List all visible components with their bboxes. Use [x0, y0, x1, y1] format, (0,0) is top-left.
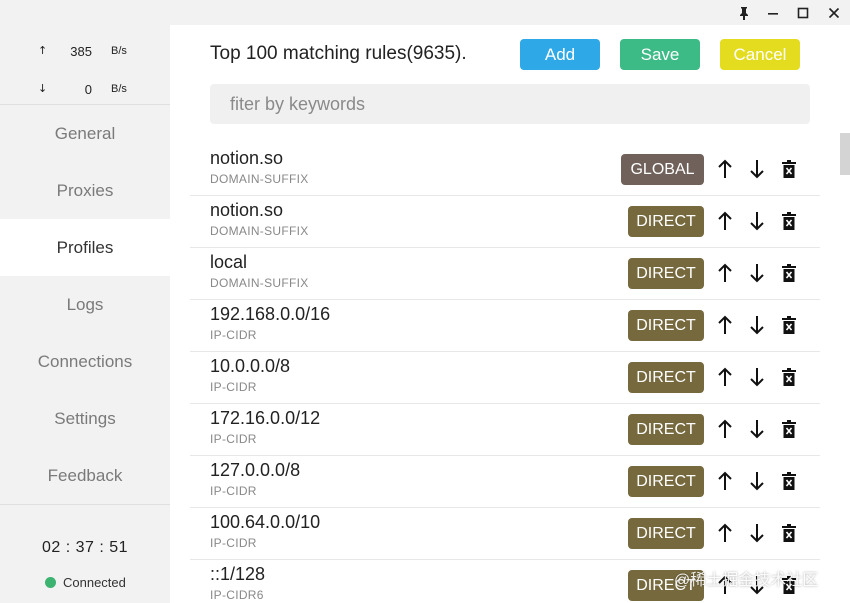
download-speed-value: 0	[84, 82, 92, 97]
rule-type: IP-CIDR	[210, 328, 257, 342]
rule-payload: 100.64.0.0/10	[210, 512, 321, 532]
arrow-down-icon[interactable]	[746, 157, 768, 181]
sidebar-item-logs[interactable]: Logs	[0, 276, 170, 333]
uptime-timer: 02 : 37 : 51	[41, 539, 129, 556]
arrow-down-icon[interactable]	[746, 365, 768, 389]
arrow-up-icon[interactable]	[714, 469, 736, 493]
title-bar	[0, 0, 850, 25]
rule-row: 192.168.0.0/16 IP-CIDR DIRECT	[190, 300, 820, 352]
save-button[interactable]: Save	[620, 39, 700, 70]
arrow-up-icon[interactable]	[714, 365, 736, 389]
rule-row: local DOMAIN-SUFFIX DIRECT	[190, 248, 820, 300]
download-arrow-icon: ↓	[38, 82, 48, 95]
rule-type: IP-CIDR6	[210, 588, 264, 602]
minimize-icon[interactable]	[762, 2, 784, 24]
maximize-icon[interactable]	[792, 2, 814, 24]
arrow-down-icon[interactable]	[746, 313, 768, 337]
rule-policy-button[interactable]: DIRECT	[628, 206, 704, 237]
rule-payload: 10.0.0.0/8	[210, 356, 291, 376]
arrow-down-icon[interactable]	[746, 417, 768, 441]
watermark: @稀土掘金技术社区	[674, 572, 819, 589]
rule-payload: notion.so	[210, 200, 284, 220]
rule-payload: local	[210, 252, 248, 272]
rule-row: 127.0.0.0/8 IP-CIDR DIRECT	[190, 456, 820, 508]
delete-icon[interactable]	[778, 157, 800, 181]
upload-arrow-icon: ↑	[38, 44, 48, 57]
arrow-up-icon[interactable]	[714, 417, 736, 441]
upload-speed-unit: B/s	[111, 45, 127, 57]
close-icon[interactable]	[823, 2, 845, 24]
sidebar-item-settings[interactable]: Settings	[0, 390, 170, 447]
arrow-down-icon[interactable]	[746, 261, 768, 285]
filter-input[interactable]	[210, 84, 810, 124]
rule-policy-button[interactable]: DIRECT	[628, 310, 704, 341]
download-speed-unit: B/s	[111, 83, 127, 95]
delete-icon[interactable]	[778, 417, 800, 441]
connection-status: Connected	[45, 575, 126, 590]
connection-status-label: Connected	[63, 575, 126, 590]
rule-type: DOMAIN-SUFFIX	[210, 276, 309, 290]
status-dot-icon	[45, 577, 56, 588]
rule-row: 172.16.0.0/12 IP-CIDR DIRECT	[190, 404, 820, 456]
arrow-up-icon[interactable]	[714, 521, 736, 545]
delete-icon[interactable]	[778, 469, 800, 493]
arrow-down-icon[interactable]	[746, 209, 768, 233]
delete-icon[interactable]	[778, 313, 800, 337]
rule-row: 10.0.0.0/8 IP-CIDR DIRECT	[190, 352, 820, 404]
arrow-up-icon[interactable]	[714, 313, 736, 337]
rule-type: DOMAIN-SUFFIX	[210, 172, 309, 186]
rule-type: DOMAIN-SUFFIX	[210, 224, 309, 238]
page-title: Top 100 matching rules(9635).	[210, 43, 467, 64]
rule-payload: notion.so	[210, 148, 284, 168]
rule-payload: 192.168.0.0/16	[210, 304, 331, 324]
sidebar-item-proxies[interactable]: Proxies	[0, 162, 170, 219]
sidebar-item-general[interactable]: General	[0, 105, 170, 162]
rule-type: IP-CIDR	[210, 484, 257, 498]
sidebar-divider	[0, 504, 170, 505]
rule-policy-button[interactable]: DIRECT	[628, 466, 704, 497]
upload-speed-value: 385	[70, 44, 92, 59]
rule-row: notion.so DOMAIN-SUFFIX GLOBAL	[190, 144, 820, 196]
delete-icon[interactable]	[778, 261, 800, 285]
rule-type: IP-CIDR	[210, 432, 257, 446]
rule-type: IP-CIDR	[210, 536, 257, 550]
rule-policy-button[interactable]: DIRECT	[628, 362, 704, 393]
arrow-up-icon[interactable]	[714, 157, 736, 181]
sidebar: ↑ 385 B/s ↓ 0 B/s General Proxies Profil…	[0, 25, 170, 603]
upload-speed: ↑ 385 B/s	[0, 32, 170, 70]
rule-payload: 127.0.0.0/8	[210, 460, 301, 480]
rule-payload: 172.16.0.0/12	[210, 408, 321, 428]
arrow-down-icon[interactable]	[746, 521, 768, 545]
rule-row: notion.so DOMAIN-SUFFIX DIRECT	[190, 196, 820, 248]
sidebar-item-feedback[interactable]: Feedback	[0, 447, 170, 504]
arrow-up-icon[interactable]	[714, 261, 736, 285]
rule-policy-button[interactable]: GLOBAL	[621, 154, 704, 185]
arrow-up-icon[interactable]	[714, 209, 736, 233]
cancel-button[interactable]: Cancel	[720, 39, 800, 70]
sidebar-item-profiles[interactable]: Profiles	[0, 219, 170, 276]
pin-icon[interactable]	[733, 2, 755, 24]
delete-icon[interactable]	[778, 365, 800, 389]
rule-type: IP-CIDR	[210, 380, 257, 394]
rule-policy-button[interactable]: DIRECT	[628, 414, 704, 445]
delete-icon[interactable]	[778, 209, 800, 233]
rule-payload: ::1/128	[210, 564, 266, 584]
download-speed: ↓ 0 B/s	[0, 70, 170, 108]
arrow-down-icon[interactable]	[746, 469, 768, 493]
rule-row: 100.64.0.0/10 IP-CIDR DIRECT	[190, 508, 820, 560]
scrollbar-thumb[interactable]	[840, 133, 850, 175]
sidebar-item-connections[interactable]: Connections	[0, 333, 170, 390]
rule-policy-button[interactable]: DIRECT	[628, 518, 704, 549]
rule-policy-button[interactable]: DIRECT	[628, 258, 704, 289]
add-button[interactable]: Add	[520, 39, 600, 70]
delete-icon[interactable]	[778, 521, 800, 545]
